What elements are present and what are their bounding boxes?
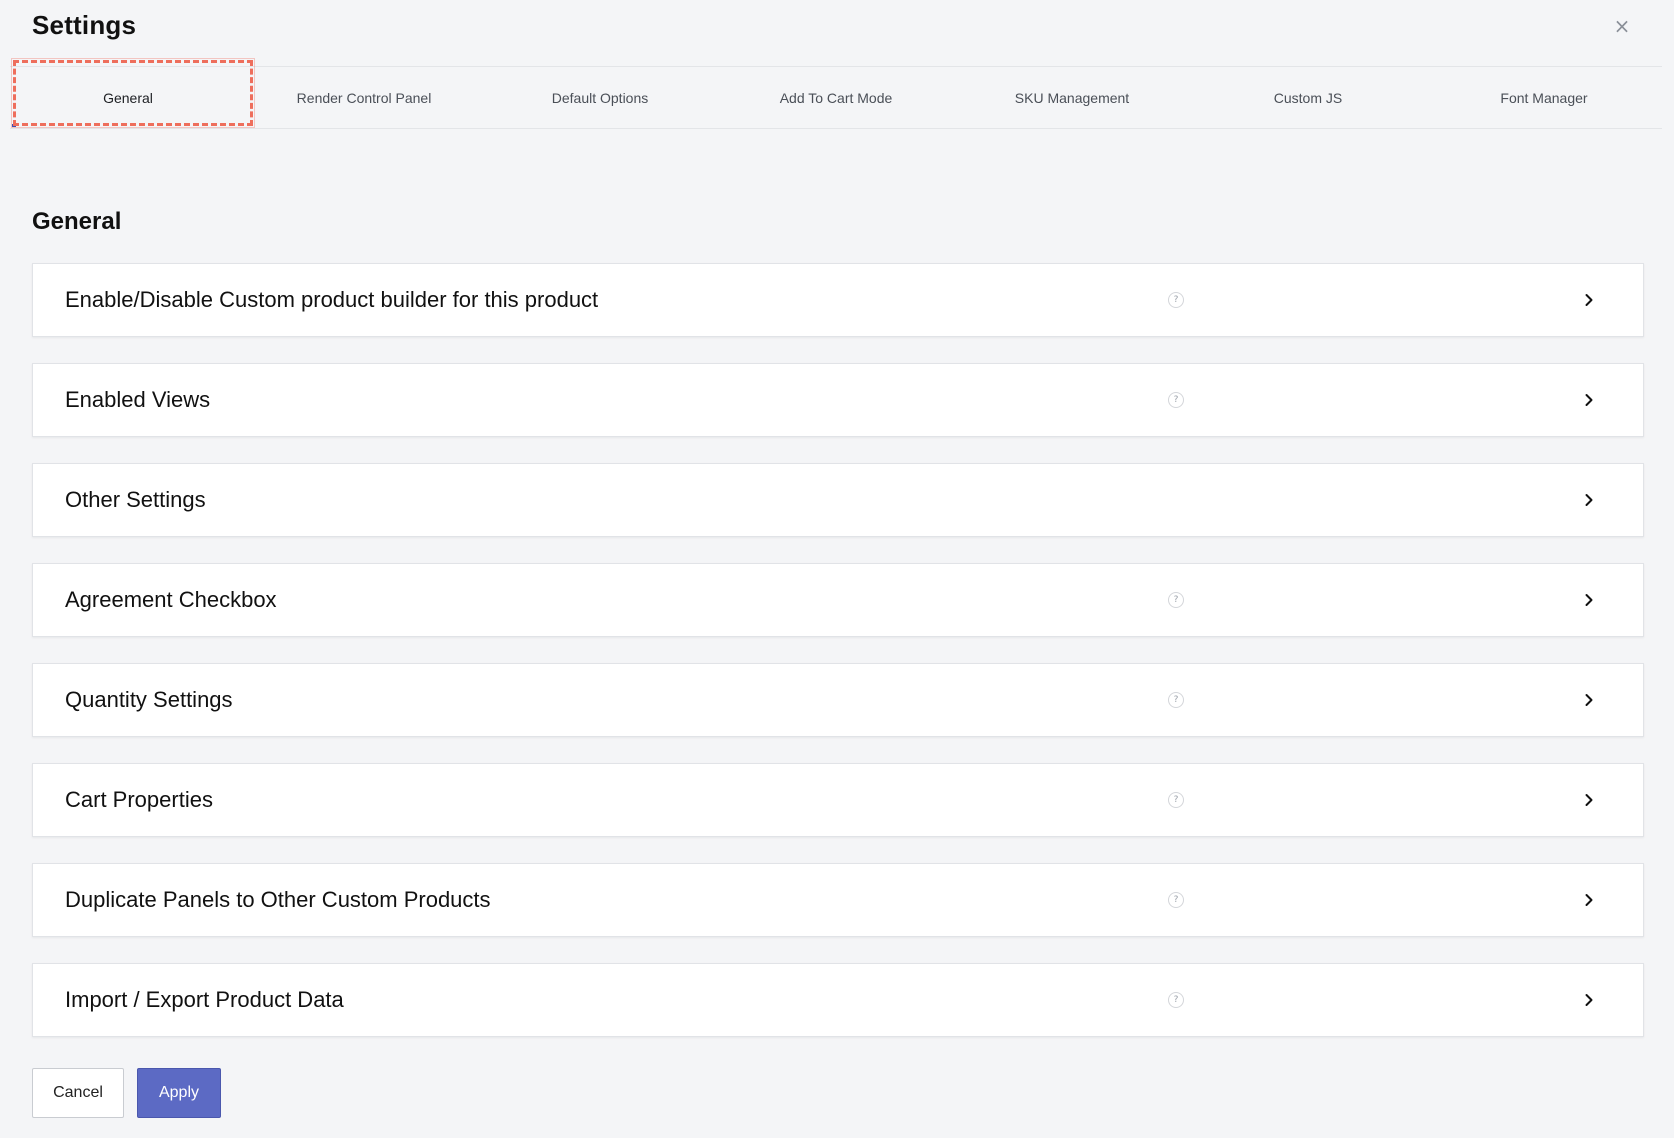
panel-label: Enabled Views: [65, 387, 211, 412]
chevron-right-icon: [1585, 394, 1593, 406]
help-icon[interactable]: ?: [1168, 692, 1184, 708]
active-tab-indicator: [12, 124, 16, 127]
tab-font-manager[interactable]: Font Manager: [1426, 67, 1662, 128]
chevron-right-icon: [1585, 794, 1593, 806]
help-icon[interactable]: ?: [1168, 392, 1184, 408]
panel-quantity-settings[interactable]: Quantity Settings ?: [32, 663, 1644, 737]
panel-enable-disable-builder[interactable]: Enable/Disable Custom product builder fo…: [32, 263, 1644, 337]
panel-label: Quantity Settings: [65, 687, 233, 712]
panel-agreement-checkbox[interactable]: Agreement Checkbox ?: [32, 563, 1644, 637]
panel-label: Other Settings: [65, 487, 206, 512]
panel-label: Enable/Disable Custom product builder fo…: [65, 287, 599, 312]
panel-duplicate-panels[interactable]: Duplicate Panels to Other Custom Product…: [32, 863, 1644, 937]
cancel-button[interactable]: Cancel: [32, 1068, 124, 1118]
apply-button[interactable]: Apply: [137, 1068, 221, 1118]
chevron-right-icon: [1585, 994, 1593, 1006]
tab-general[interactable]: General: [10, 67, 246, 128]
panel-label: Cart Properties: [65, 787, 213, 812]
chevron-right-icon: [1585, 594, 1593, 606]
help-icon[interactable]: ?: [1168, 592, 1184, 608]
help-icon[interactable]: ?: [1168, 992, 1184, 1008]
help-icon[interactable]: ?: [1168, 292, 1184, 308]
tab-custom-js[interactable]: Custom JS: [1190, 67, 1426, 128]
chevron-right-icon: [1585, 494, 1593, 506]
page-title: Settings: [32, 10, 137, 40]
chevron-right-icon: [1585, 694, 1593, 706]
panel-other-settings[interactable]: Other Settings: [32, 463, 1644, 537]
close-icon[interactable]: ×: [1610, 14, 1634, 38]
tab-render-control-panel[interactable]: Render Control Panel: [246, 67, 482, 128]
chevron-right-icon: [1585, 894, 1593, 906]
settings-panel-list: Enable/Disable Custom product builder fo…: [32, 263, 1644, 1063]
tab-default-options[interactable]: Default Options: [482, 67, 718, 128]
panel-enabled-views[interactable]: Enabled Views ?: [32, 363, 1644, 437]
panel-label: Import / Export Product Data: [65, 987, 344, 1012]
panel-label: Agreement Checkbox: [65, 587, 277, 612]
modal-footer: Cancel Apply: [32, 1068, 221, 1118]
tab-add-to-cart-mode[interactable]: Add To Cart Mode: [718, 67, 954, 128]
modal-header: Settings ×: [0, 0, 1674, 60]
panel-cart-properties[interactable]: Cart Properties ?: [32, 763, 1644, 837]
panel-label: Duplicate Panels to Other Custom Product…: [65, 887, 491, 912]
help-icon[interactable]: ?: [1168, 792, 1184, 808]
chevron-right-icon: [1585, 294, 1593, 306]
help-icon[interactable]: ?: [1168, 892, 1184, 908]
section-title: General: [32, 208, 122, 235]
panel-import-export[interactable]: Import / Export Product Data ?: [32, 963, 1644, 1037]
tab-sku-management[interactable]: SKU Management: [954, 67, 1190, 128]
settings-tabbar: General Render Control Panel Default Opt…: [10, 66, 1662, 129]
